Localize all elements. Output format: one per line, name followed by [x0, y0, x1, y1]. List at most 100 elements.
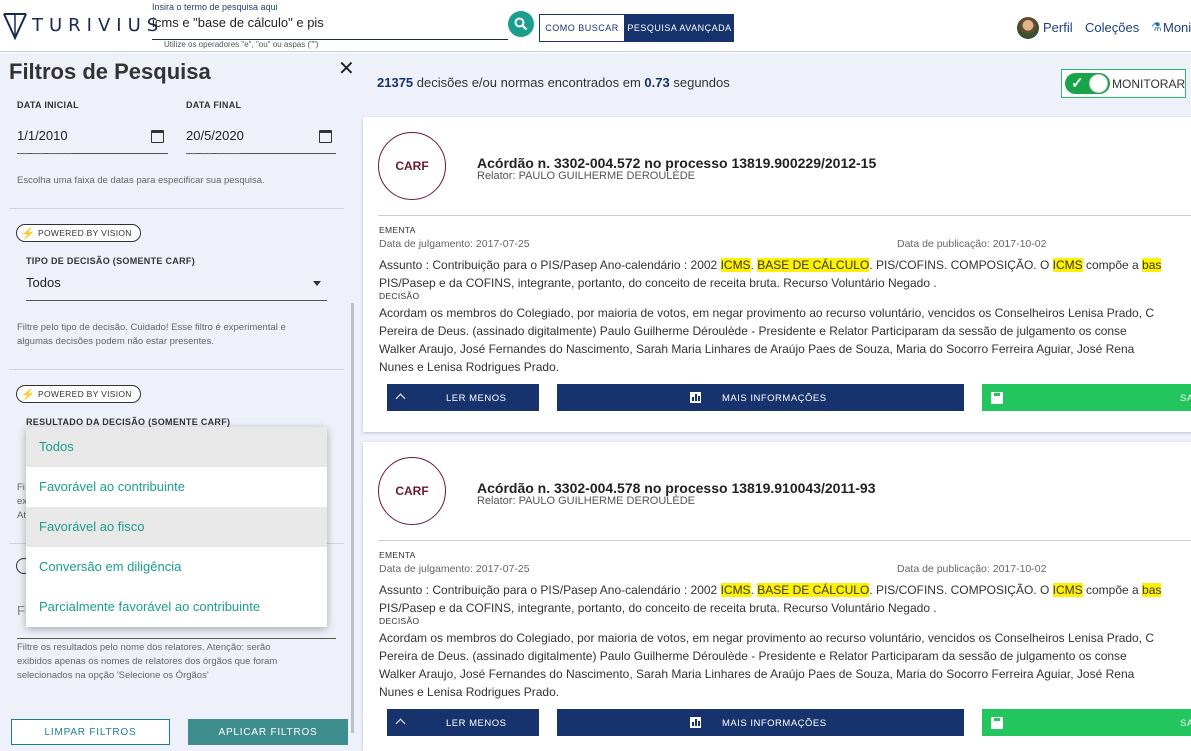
ementa-segment: . PIS/COFINS. COMPOSIÇÃO. O [869, 258, 1053, 272]
divider [9, 208, 344, 209]
mais-informacoes-button[interactable]: MAIS INFORMAÇÕES [557, 384, 964, 411]
vision-badge: ⚡ POWERED BY VISION [16, 224, 141, 242]
data-final-field[interactable]: 20/5/2020 __ __ ____ [186, 118, 336, 154]
dropdown-option-todos[interactable]: Todos [26, 427, 327, 467]
data-julgamento: Data de julgamento: 2017-07-25 [379, 238, 530, 250]
vision-badge-label: POWERED BY VISION [38, 228, 132, 238]
decisao-line: Acordam os membros do Colegiado, por mai… [379, 306, 1155, 320]
date-mask: __ __ ____ [186, 144, 242, 154]
avatar[interactable] [1017, 17, 1039, 39]
salvar-label: SA [1180, 393, 1191, 404]
dropdown-option-parcialmente-favoravel[interactable]: Parcialmente favorável ao contribuinte [26, 587, 327, 627]
sidebar-scrollbar[interactable] [351, 303, 354, 733]
relatores-underline [17, 638, 336, 639]
mais-informacoes-label: MAIS INFORMAÇÕES [722, 393, 827, 404]
date-help: Escolha uma faixa de datas para especifi… [17, 175, 265, 186]
decisao-label: DECISÃO [379, 291, 420, 301]
logo-text: TURIVIUS [32, 15, 165, 36]
decisao-line: Acordam os membros do Colegiado, por mai… [379, 631, 1155, 645]
highlight: bas [1142, 583, 1162, 597]
search-label: Insira o termo de pesquisa aqui [152, 2, 278, 12]
decisao-line: Pereira de Deus. (assinado digitalmente)… [379, 324, 1127, 338]
card-title[interactable]: Acórdão n. 3302-004.572 no processo 1381… [477, 155, 876, 171]
save-icon [991, 392, 1003, 404]
result-card: CARF Acórdão n. 3302-004.578 no processo… [363, 442, 1191, 751]
highlight: BASE DE CÁLCULO [757, 258, 870, 272]
decisao-line: Pereira de Deus. (assinado digitalmente)… [379, 649, 1127, 663]
ler-menos-button[interactable]: LER MENOS [387, 384, 539, 411]
data-final-label: DATA FINAL [186, 100, 242, 110]
ementa-label: EMENTA [379, 225, 416, 235]
search-button[interactable] [508, 11, 534, 37]
results-summary: 21375 decisões e/ou normas encontrados e… [377, 75, 730, 90]
card-relator: Relator: PAULO GUILHERME DEROULÈDE [477, 170, 696, 182]
sidebar-title: Filtros de Pesquisa [9, 59, 211, 84]
date-mask: __ __ ____ [17, 144, 73, 154]
ementa-line-2: PIS/Pasep e da COFINS, integrante, porta… [379, 276, 937, 290]
ementa-segment: . PIS/COFINS. COMPOSIÇÃO. O [869, 583, 1053, 597]
caret-down-icon [313, 281, 321, 286]
pesquisa-avancada-button[interactable]: PESQUISA AVANÇADA [625, 14, 734, 42]
check-icon: ✓ [1071, 75, 1084, 92]
tipo-help-line-2: algumas decisões podem não estar present… [17, 336, 214, 347]
nav-monitoramento[interactable]: Moni [1163, 20, 1191, 35]
dropdown-option-conversao-diligencia[interactable]: Conversão em diligência [26, 547, 327, 587]
highlight: bas [1142, 258, 1162, 272]
turivius-logo[interactable]: TURIVIUS [2, 10, 158, 44]
dropdown-option-favoravel-contribuinte[interactable]: Favorável ao contribuinte [26, 467, 327, 507]
como-buscar-button[interactable]: COMO BUSCAR [539, 14, 625, 42]
salvar-button[interactable]: SA [982, 384, 1191, 411]
ementa-text: Assunto : Contribuição para o PIS/Pasep … [379, 581, 1191, 617]
mais-informacoes-label: MAIS INFORMAÇÕES [722, 718, 827, 729]
ementa-line-1: Assunto : Contribuição para o PIS/Pasep … [379, 581, 1191, 599]
data-inicial-field[interactable]: 1/1/2010 __ __ ____ [17, 118, 168, 154]
ementa-segment: Assunto : Contribuição para o PIS/Pasep … [379, 258, 721, 272]
highlight: ICMS [1052, 583, 1083, 597]
flask-icon: ⚗ [1151, 20, 1162, 34]
ementa-text: Assunto : Contribuição para o PIS/Pasep … [379, 256, 1191, 292]
search-hint: Utilize os operadores "e", "ou" ou aspas… [164, 40, 319, 49]
nav-perfil[interactable]: Perfil [1043, 20, 1073, 35]
divider [378, 540, 1191, 541]
ler-menos-button[interactable]: LER MENOS [387, 709, 539, 736]
chevron-up-icon [395, 718, 406, 729]
mais-informacoes-button[interactable]: MAIS INFORMAÇÕES [557, 709, 964, 736]
result-time: 0.73 [644, 75, 670, 90]
nav-colecoes[interactable]: Coleções [1085, 20, 1139, 35]
carf-badge: CARF [378, 132, 446, 200]
monitorar-toggle[interactable]: ✓ MONITORAR [1061, 69, 1186, 98]
bolt-icon: ⚡ [21, 227, 35, 240]
decisao-line: Nunes e Lenisa Rodrigues Prado. [379, 685, 560, 699]
card-title[interactable]: Acórdão n. 3302-004.578 no processo 1381… [477, 480, 875, 496]
search-box: Insira o termo de pesquisa aqui [152, 2, 508, 40]
relatores-help-line-2: exibidos apenas os nomes de relatores do… [17, 656, 278, 667]
decisao-line: Walker Araujo, José Fernandes do Nascime… [379, 667, 1135, 681]
carf-badge: CARF [378, 457, 446, 525]
toggle-knob [1089, 74, 1108, 93]
data-julgamento: Data de julgamento: 2017-07-25 [379, 563, 530, 575]
ementa-segment: compõe a [1082, 583, 1143, 597]
limpar-filtros-button[interactable]: LIMPAR FILTROS [11, 719, 170, 745]
divider [378, 215, 1191, 216]
calendar-icon[interactable] [151, 130, 164, 143]
result-count: 21375 [377, 75, 414, 90]
close-icon[interactable]: ✕ [338, 56, 355, 81]
dropdown-option-favoravel-fisco[interactable]: Favorável ao fisco [26, 507, 327, 547]
vision-badge: ⚡ POWERED BY VISION [16, 385, 141, 403]
aplicar-filtros-button[interactable]: APLICAR FILTROS [188, 719, 348, 745]
result-text: decisões e/ou normas encontrados em [416, 75, 641, 90]
search-input[interactable] [152, 13, 502, 31]
decisao-line: Nunes e Lenisa Rodrigues Prado. [379, 360, 560, 374]
calendar-icon[interactable] [319, 130, 332, 143]
salvar-button[interactable]: SA [982, 709, 1191, 736]
vision-badge-label: POWERED BY VISION [38, 389, 132, 399]
ementa-line-2: PIS/Pasep e da COFINS, integrante, porta… [379, 601, 937, 615]
data-inicial-value: 1/1/2010 [17, 128, 68, 143]
tipo-decisao-select[interactable]: Todos [26, 266, 327, 301]
decisao-label: DECISÃO [379, 616, 420, 626]
ler-menos-label: LER MENOS [446, 718, 507, 729]
ementa-label: EMENTA [379, 550, 416, 560]
data-inicial-label: DATA INICIAL [17, 100, 79, 110]
toggle-switch[interactable]: ✓ [1065, 73, 1110, 94]
data-final-value: 20/5/2020 [186, 128, 244, 143]
